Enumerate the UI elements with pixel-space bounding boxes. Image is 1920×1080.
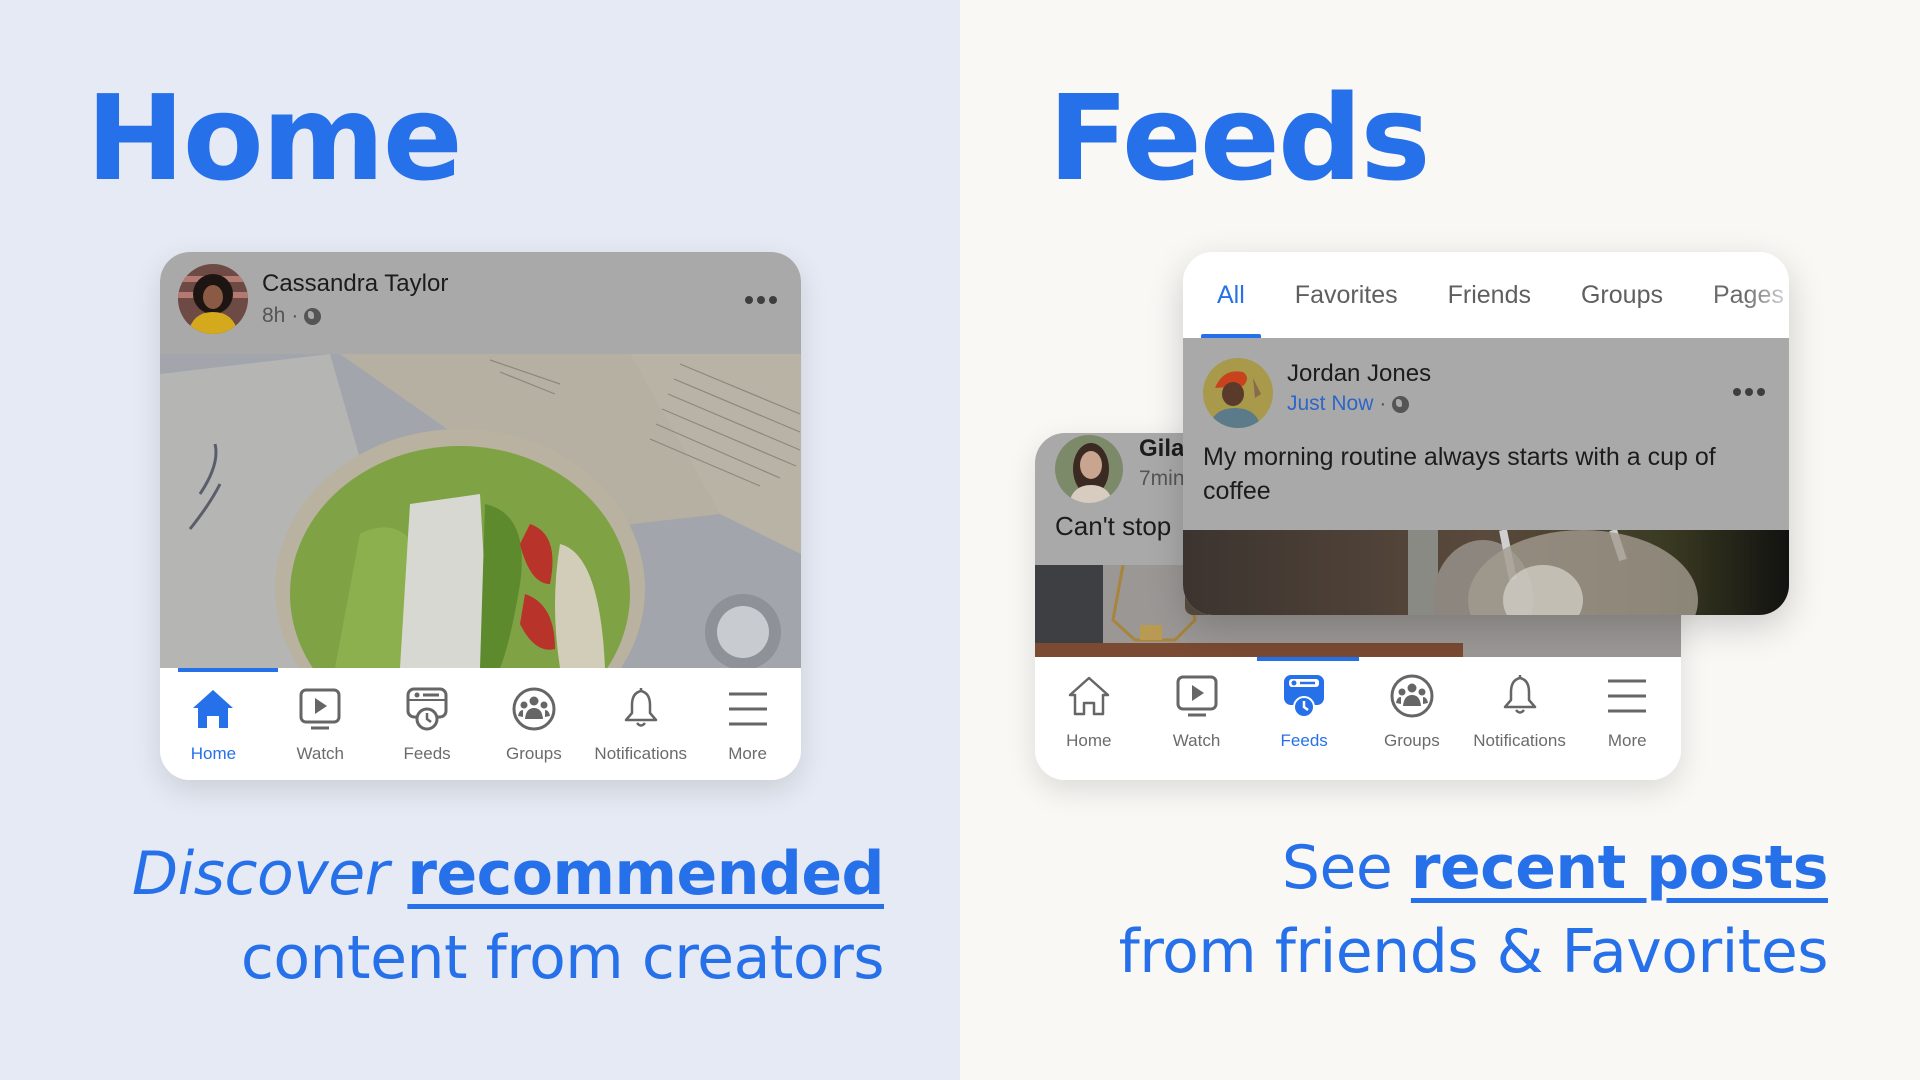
feeds-tagline: See recent posts from friends & Favorite… bbox=[1118, 826, 1829, 994]
nav-notifications[interactable]: Notifications bbox=[587, 668, 694, 780]
avatar-jordan[interactable] bbox=[1203, 358, 1273, 428]
home-panel: Home Cassandra Taylor 8h · Home Watch Fe… bbox=[0, 0, 960, 1080]
tab-favorites[interactable]: Favorites bbox=[1295, 252, 1398, 338]
nav-watch[interactable]: Watch bbox=[1143, 657, 1251, 780]
groups-icon bbox=[1389, 673, 1435, 719]
back-post-author[interactable]: Gila bbox=[1139, 435, 1184, 463]
tab-groups[interactable]: Groups bbox=[1581, 252, 1663, 338]
meta-separator: · bbox=[1379, 392, 1387, 415]
more-dots-icon[interactable] bbox=[745, 296, 777, 304]
front-post-image[interactable] bbox=[1183, 530, 1789, 615]
nav-feeds[interactable]: Feeds bbox=[1250, 657, 1358, 780]
post-image[interactable] bbox=[160, 354, 801, 668]
front-post-meta: Just Now · bbox=[1287, 392, 1410, 416]
watch-icon bbox=[297, 686, 343, 732]
home-icon bbox=[1066, 673, 1112, 719]
back-bottom-nav: Home Watch Feeds Groups Notifications Mo… bbox=[1035, 657, 1681, 780]
tagline-recent-posts: recent posts bbox=[1410, 833, 1829, 903]
tagline-line2: content from creators bbox=[240, 923, 885, 993]
feeds-panel: Feeds Gila 7min Can't stop Home Watch Fe… bbox=[960, 0, 1920, 1080]
tagline-discover: Discover bbox=[131, 839, 389, 909]
feeds-title: Feeds bbox=[1048, 69, 1431, 207]
groups-icon bbox=[511, 686, 557, 732]
home-title: Home bbox=[86, 69, 463, 207]
bottom-nav: Home Watch Feeds Groups Notifications Mo… bbox=[160, 668, 801, 780]
globe-icon bbox=[1392, 395, 1410, 413]
nav-groups[interactable]: Groups bbox=[1358, 657, 1466, 780]
feed-tabs: All Favorites Friends Groups Pages bbox=[1183, 252, 1789, 338]
tab-friends[interactable]: Friends bbox=[1448, 252, 1531, 338]
home-card: Cassandra Taylor 8h · Home Watch Feeds G… bbox=[160, 252, 801, 780]
tab-pages[interactable]: Pages bbox=[1713, 252, 1784, 338]
tagline-line2: from friends & Favorites bbox=[1118, 917, 1829, 987]
feeds-icon bbox=[1281, 673, 1327, 719]
back-post-text: Can't stop bbox=[1055, 511, 1172, 541]
back-post-time: 7min bbox=[1139, 467, 1185, 490]
more-dots-icon[interactable] bbox=[1733, 388, 1765, 396]
nav-notifications[interactable]: Notifications bbox=[1466, 657, 1574, 780]
front-post-header: Jordan Jones Just Now · My morning routi… bbox=[1183, 338, 1789, 530]
bell-icon bbox=[1497, 673, 1543, 719]
nav-feeds[interactable]: Feeds bbox=[374, 668, 481, 780]
nav-more[interactable]: More bbox=[694, 668, 801, 780]
watch-icon bbox=[1174, 673, 1220, 719]
bell-icon bbox=[618, 686, 664, 732]
home-icon bbox=[190, 686, 236, 732]
front-post-text: My morning routine always starts with a … bbox=[1203, 443, 1716, 505]
avatar-cassandra[interactable] bbox=[178, 264, 248, 334]
tagline-recommended: recommended bbox=[407, 839, 884, 909]
nav-watch[interactable]: Watch bbox=[267, 668, 374, 780]
globe-icon bbox=[304, 307, 322, 325]
menu-icon bbox=[725, 686, 771, 732]
nav-more[interactable]: More bbox=[1573, 657, 1681, 780]
meta-separator: · bbox=[291, 304, 299, 327]
front-post-author[interactable]: Jordan Jones bbox=[1287, 360, 1431, 388]
nav-home[interactable]: Home bbox=[1035, 657, 1143, 780]
post-time: Just Now bbox=[1287, 392, 1374, 415]
post-time: 8h bbox=[262, 304, 286, 327]
post-author[interactable]: Cassandra Taylor bbox=[262, 270, 448, 298]
post-meta: 8h · bbox=[262, 304, 322, 328]
tab-all[interactable]: All bbox=[1201, 252, 1261, 338]
nav-groups[interactable]: Groups bbox=[480, 668, 587, 780]
tagline-see: See bbox=[1281, 833, 1393, 903]
post-header: Cassandra Taylor 8h · bbox=[160, 252, 801, 354]
nav-home[interactable]: Home bbox=[160, 668, 267, 780]
menu-icon bbox=[1604, 673, 1650, 719]
feeds-front-card: All Favorites Friends Groups Pages Jorda… bbox=[1183, 252, 1789, 615]
home-tagline: Discover recommended content from creato… bbox=[131, 832, 885, 1000]
feeds-icon bbox=[404, 686, 450, 732]
avatar-gila[interactable] bbox=[1055, 435, 1123, 503]
